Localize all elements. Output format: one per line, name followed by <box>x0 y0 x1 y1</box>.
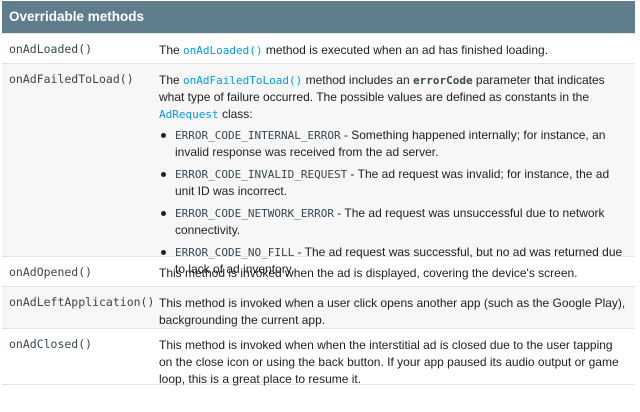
bullet-icon <box>161 250 166 255</box>
methods-table: Overridable methods onAdLoaded() The onA… <box>2 1 635 386</box>
table-header: Overridable methods <box>2 1 635 33</box>
list-item: ERROR_CODE_INVALID_REQUEST - The ad requ… <box>159 166 627 200</box>
param-code: errorCode <box>412 74 473 87</box>
method-name: onAdLoaded() <box>9 42 93 56</box>
method-description: The onAdLoaded() method is executed when… <box>159 43 549 57</box>
error-code: ERROR_CODE_NO_FILL <box>175 246 295 259</box>
error-code: ERROR_CODE_NETWORK_ERROR <box>175 207 334 220</box>
method-description: This method is invoked when a user click… <box>159 296 626 327</box>
bullet-icon <box>161 211 166 216</box>
table-row: onAdLoaded() The onAdLoaded() method is … <box>2 33 635 63</box>
method-name: onAdFailedToLoad() <box>9 72 134 86</box>
list-item: ERROR_CODE_NETWORK_ERROR - The ad reques… <box>159 205 627 239</box>
error-code-list: ERROR_CODE_INTERNAL_ERROR - Something ha… <box>159 127 627 278</box>
bullet-icon <box>161 172 166 177</box>
method-link[interactable]: onAdFailedToLoad() <box>183 74 302 87</box>
error-code: ERROR_CODE_INVALID_REQUEST <box>175 168 348 181</box>
list-item: ERROR_CODE_NO_FILL - The ad request was … <box>159 244 627 278</box>
method-description: This method is invoked when when the int… <box>159 338 619 386</box>
method-link[interactable]: onAdLoaded() <box>183 44 262 57</box>
error-code: ERROR_CODE_INTERNAL_ERROR <box>175 129 341 142</box>
adrequest-link[interactable]: AdRequest <box>159 108 219 121</box>
list-item: ERROR_CODE_INTERNAL_ERROR - Something ha… <box>159 127 627 161</box>
method-name: onAdLeftApplication() <box>9 295 155 309</box>
method-name: onAdClosed() <box>9 337 93 351</box>
table-row: onAdClosed() This method is invoked when… <box>2 328 635 386</box>
table-row: onAdFailedToLoad() The onAdFailedToLoad(… <box>2 63 635 276</box>
table-row: onAdLeftApplication() This method is inv… <box>2 286 635 328</box>
method-name: onAdOpened() <box>9 265 93 279</box>
method-description: The onAdFailedToLoad() method includes a… <box>151 64 635 276</box>
bullet-icon <box>161 133 166 138</box>
